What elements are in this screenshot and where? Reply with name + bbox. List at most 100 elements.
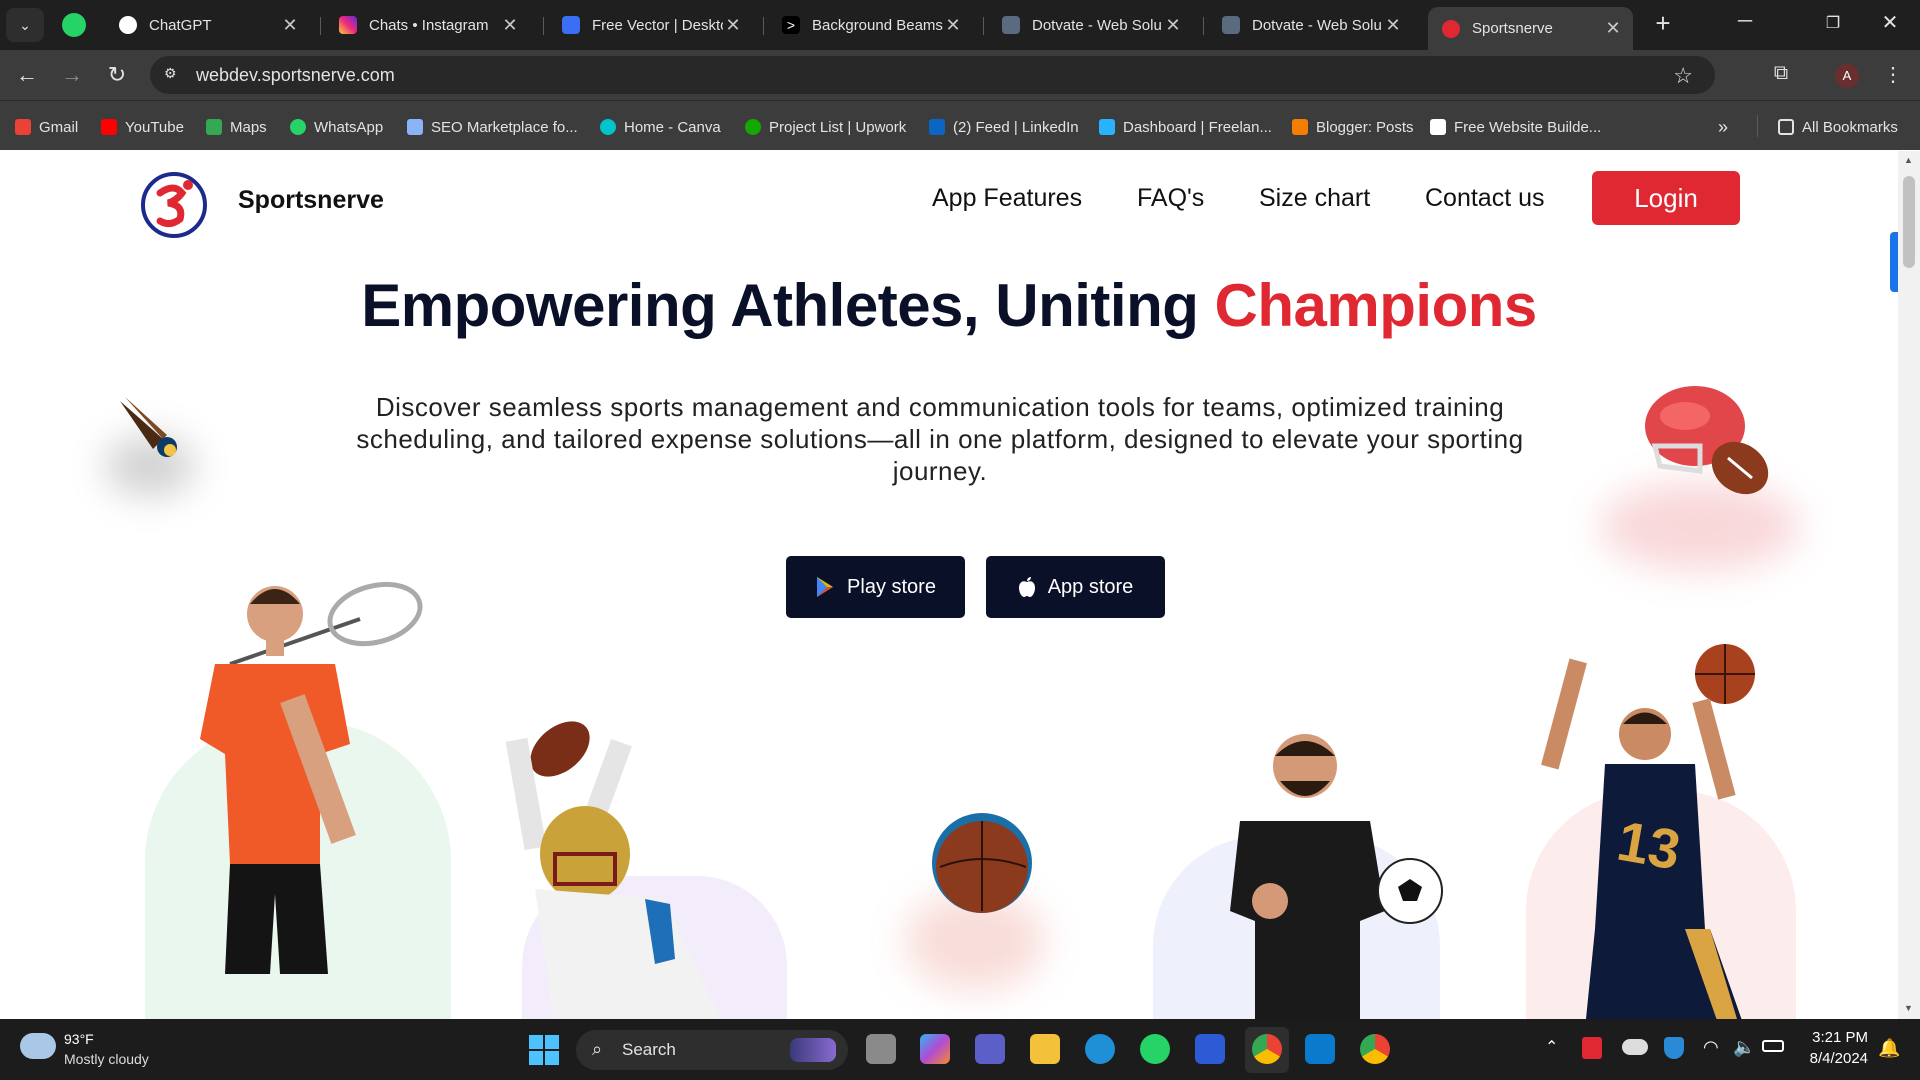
tab-divider (763, 17, 764, 35)
reload-icon[interactable]: ↻ (102, 62, 132, 88)
extensions-icon[interactable]: ⧉ (1766, 62, 1796, 85)
tab-search-button[interactable]: ⌄ (6, 8, 44, 42)
all-bookmarks-button[interactable]: All Bookmarks (1778, 117, 1898, 137)
volume-icon[interactable]: 🔈 (1733, 1037, 1755, 1058)
brand-name[interactable]: Sportsnerve (238, 186, 384, 215)
weather-description[interactable]: Mostly cloudy (64, 1051, 149, 1067)
url-text: webdev.sportsnerve.com (196, 64, 395, 85)
vpn-app-icon[interactable] (1195, 1034, 1225, 1064)
tab-dotvate-2[interactable]: Dotvate - Web Solu ✕ (1208, 7, 1413, 43)
bookmark-youtube[interactable]: YouTube (101, 117, 184, 137)
tab-free-vector[interactable]: Free Vector | Desktop ✕ (548, 7, 753, 43)
tab-background-beams[interactable]: > Background Beams ✕ (768, 7, 973, 43)
chrome-icon[interactable] (1252, 1034, 1282, 1064)
bookmarks-divider (1757, 115, 1758, 137)
bookmark-maps[interactable]: Maps (206, 117, 267, 137)
weather-temperature[interactable]: 93°F (64, 1031, 94, 1047)
close-icon[interactable]: ✕ (280, 15, 300, 36)
defender-shield-icon[interactable] (1664, 1037, 1684, 1059)
nav-faqs[interactable]: FAQ's (1137, 184, 1204, 213)
nav-size-chart[interactable]: Size chart (1259, 184, 1370, 213)
tab-dotvate-1[interactable]: Dotvate - Web Solu ✕ (988, 7, 1193, 43)
close-window-icon[interactable]: ✕ (1870, 10, 1910, 35)
bookmark-label: WhatsApp (314, 118, 384, 136)
whatsapp-pinned-tab-icon[interactable] (62, 13, 86, 37)
wifi-icon[interactable]: ◠ (1703, 1037, 1719, 1058)
close-icon[interactable]: ✕ (500, 15, 520, 36)
close-icon[interactable]: ✕ (1383, 15, 1403, 36)
teams-icon[interactable] (975, 1034, 1005, 1064)
wix-icon (1430, 119, 1446, 135)
battery-icon[interactable] (1762, 1040, 1784, 1052)
bookmark-linkedin[interactable]: (2) Feed | LinkedIn (929, 117, 1079, 137)
bookmark-canva[interactable]: Home - Canva (600, 117, 721, 137)
bookmark-upwork[interactable]: Project List | Upwork (745, 117, 906, 137)
close-icon[interactable]: ✕ (943, 15, 963, 36)
show-hidden-icons-icon[interactable]: ⌃ (1545, 1037, 1558, 1057)
windows-start-icon[interactable] (529, 1035, 559, 1065)
onedrive-icon[interactable] (1622, 1039, 1648, 1055)
address-bar[interactable]: ⚙ webdev.sportsnerve.com ☆ (150, 56, 1715, 94)
chatgpt-icon (119, 16, 137, 34)
sportsnerve-logo[interactable] (140, 171, 208, 239)
profile-avatar[interactable]: A (1835, 64, 1859, 88)
minimize-icon[interactable]: ─ (1725, 10, 1765, 33)
login-button[interactable]: Login (1592, 171, 1740, 225)
tab-instagram[interactable]: Chats • Instagram ✕ (325, 7, 530, 43)
page-scrollbar[interactable]: ▲ ▼ (1898, 151, 1920, 1019)
play-store-button[interactable]: Play store (786, 556, 965, 618)
app-store-label: App store (1047, 575, 1134, 598)
forward-icon[interactable]: → (57, 62, 87, 88)
close-icon[interactable]: ✕ (723, 15, 743, 36)
hero-title: Empowering Athletes, Uniting Champions (0, 271, 1898, 340)
chrome-icon[interactable] (1360, 1034, 1390, 1064)
close-icon[interactable]: ✕ (1163, 15, 1183, 36)
tab-chatgpt[interactable]: ChatGPT ✕ (105, 7, 310, 43)
side-panel-tab[interactable] (1890, 232, 1898, 292)
file-explorer-icon[interactable] (1030, 1034, 1060, 1064)
bookmark-gmail[interactable]: Gmail (15, 117, 78, 137)
bookmark-blogger[interactable]: Blogger: Posts (1292, 117, 1414, 137)
whatsapp-icon (290, 119, 306, 135)
tab-label: Chats • Instagram (369, 16, 489, 34)
more-bookmarks-icon[interactable]: » (1718, 117, 1728, 137)
gmail-icon (15, 119, 31, 135)
football-player-image (505, 721, 721, 1019)
apple-icon (1018, 577, 1035, 597)
taskbar-search[interactable]: ⌕ Search (576, 1030, 848, 1070)
copilot-icon[interactable] (920, 1034, 950, 1064)
play-store-label: Play store (847, 575, 936, 598)
close-icon[interactable]: ✕ (1603, 18, 1623, 39)
bookmark-whatsapp[interactable]: WhatsApp (290, 117, 383, 137)
nav-contact-us[interactable]: Contact us (1425, 184, 1545, 213)
bookmark-seo-marketplace[interactable]: SEO Marketplace fo... (407, 117, 578, 137)
edge-icon[interactable] (1085, 1034, 1115, 1064)
menu-kebab-icon[interactable]: ⋮ (1878, 62, 1908, 87)
tab-label: ChatGPT (149, 16, 212, 34)
terminal-icon: > (782, 16, 800, 34)
scroll-down-icon[interactable]: ▼ (1904, 1003, 1913, 1013)
notification-bell-icon[interactable]: 🔔 (1878, 1038, 1900, 1059)
task-view-icon[interactable] (866, 1034, 896, 1064)
site-info-icon[interactable]: ⚙ (164, 65, 184, 85)
bookmark-wix[interactable]: Free Website Builde... (1430, 117, 1601, 137)
linkedin-icon (929, 119, 945, 135)
upwork-icon (745, 119, 761, 135)
tab-sportsnerve[interactable]: Sportsnerve ✕ (1428, 7, 1633, 50)
new-tab-icon[interactable]: + (1643, 8, 1683, 39)
bookmark-label: Project List | Upwork (769, 118, 907, 136)
bookmark-freelancer[interactable]: Dashboard | Freelan... (1099, 117, 1272, 137)
clock-time[interactable]: 3:21 PM (1808, 1029, 1868, 1046)
cloudy-weather-icon[interactable] (20, 1033, 56, 1059)
whatsapp-icon[interactable] (1140, 1034, 1170, 1064)
vscode-icon[interactable] (1305, 1034, 1335, 1064)
nav-app-features[interactable]: App Features (932, 184, 1082, 213)
back-icon[interactable]: ← (12, 62, 42, 88)
scrollbar-thumb[interactable] (1903, 176, 1915, 268)
bookmark-star-icon[interactable]: ☆ (1673, 63, 1693, 89)
clock-date[interactable]: 8/4/2024 (1798, 1050, 1868, 1067)
scroll-up-icon[interactable]: ▲ (1904, 155, 1913, 165)
app-tray-icon[interactable] (1582, 1037, 1602, 1059)
app-store-button[interactable]: App store (986, 556, 1165, 618)
restore-icon[interactable]: ❐ (1813, 13, 1853, 33)
